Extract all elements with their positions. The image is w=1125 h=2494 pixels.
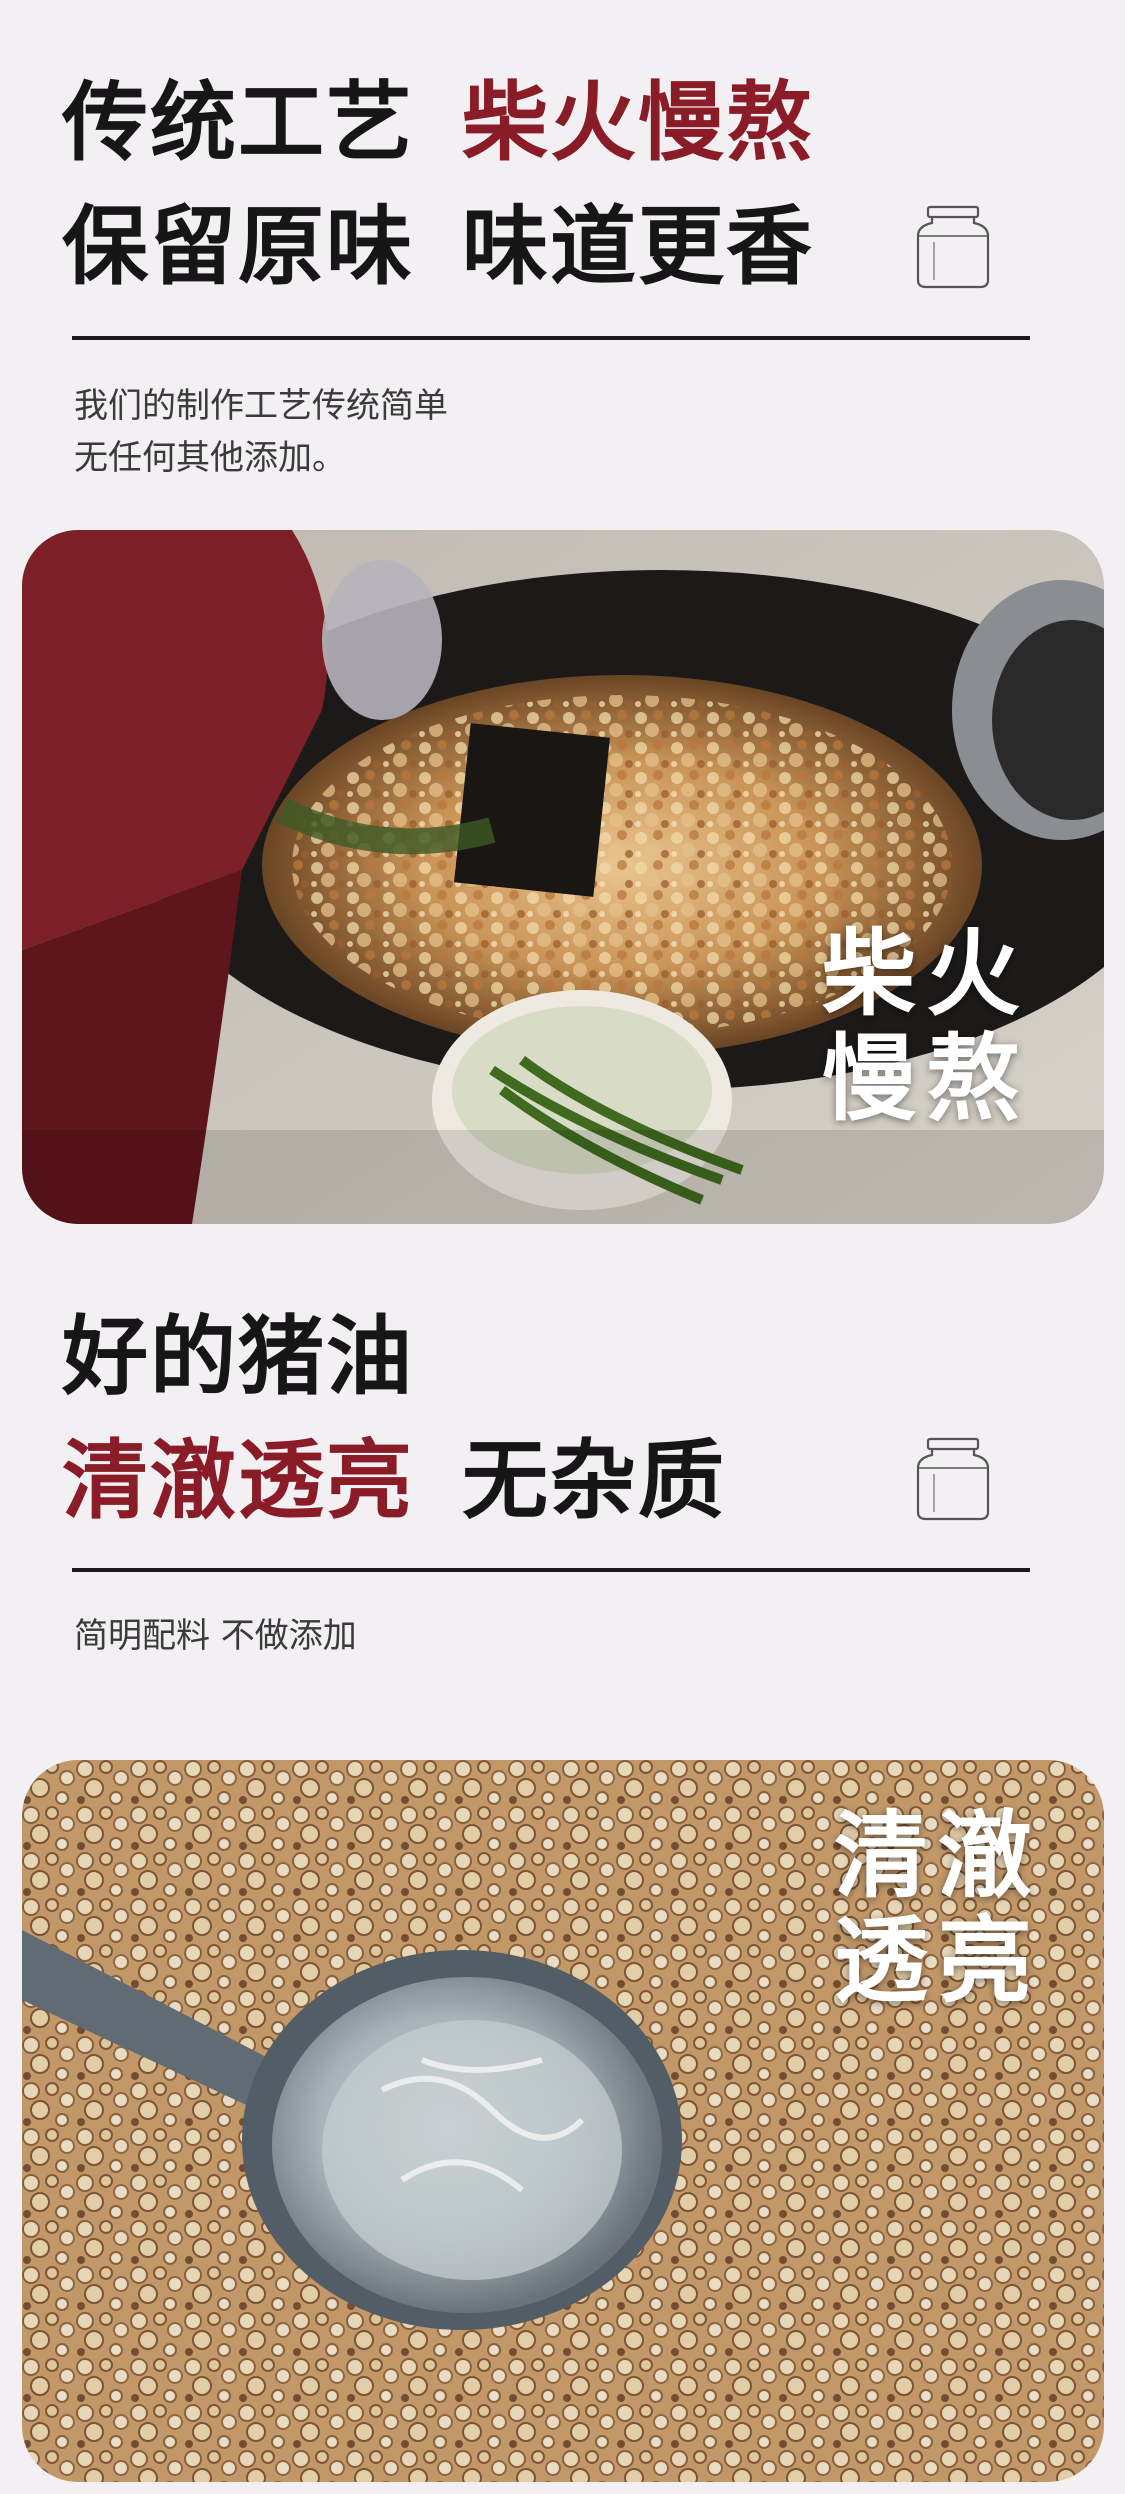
craft-divider bbox=[72, 336, 1030, 340]
overlay-line2: 慢熬 bbox=[822, 1024, 1031, 1135]
craft-heading-highlight: 柴火慢熬 bbox=[462, 72, 814, 173]
craft-heading-text: 传统工艺 bbox=[62, 72, 414, 173]
overlay-line1: 柴火 bbox=[822, 919, 1031, 1029]
lard-heading-text-2: 无杂质 bbox=[462, 1430, 726, 1531]
overlay-line2: 透亮 bbox=[834, 1906, 1043, 2017]
wood-fire-cooking-photo: 柴火 慢熬 bbox=[22, 530, 1104, 1224]
jar-icon bbox=[916, 205, 990, 289]
lard-heading-text: 好的猪油 bbox=[62, 1306, 414, 1407]
craft-heading-line1: 传统工艺 柴火慢熬 bbox=[62, 80, 814, 166]
lard-heading-line1: 好的猪油 bbox=[62, 1314, 414, 1400]
lard-heading-highlight: 清澈透亮 bbox=[62, 1430, 414, 1531]
craft-description-line2: 无任何其他添加。 bbox=[74, 438, 346, 478]
craft-subheading-text: 保留原味 bbox=[62, 196, 414, 297]
lard-divider bbox=[72, 1568, 1030, 1572]
craft-subheading-text-2: 味道更香 bbox=[462, 196, 814, 297]
lard-description: 简明配料 不做添加 bbox=[74, 1616, 357, 1656]
lard-heading-line2: 清澈透亮 无杂质 bbox=[62, 1438, 726, 1524]
craft-description: 我们的制作工艺传统简单 无任何其他添加。 bbox=[74, 380, 448, 484]
craft-section: 传统工艺柴火慢熬 保留原味味道更香 我们的制作工艺传统简单 无任何其他添加。 bbox=[0, 0, 1125, 1230]
overlay-line1: 清澈 bbox=[834, 1801, 1043, 1911]
clear-lard-overlay-text: 清澈 透亮 bbox=[834, 1801, 1043, 2017]
wood-fire-overlay-text: 柴火 慢熬 bbox=[822, 919, 1031, 1135]
jar-icon bbox=[916, 1437, 990, 1521]
clear-lard-section: 好的猪油 清澈透亮 无杂质 简明配料 不做添加 清澈 透亮 bbox=[0, 1230, 1125, 2494]
craft-heading-line2: 保留原味 味道更香 bbox=[62, 204, 814, 290]
craft-description-line1: 我们的制作工艺传统简单 bbox=[74, 386, 448, 426]
clear-lard-ladle-photo: 清澈 透亮 bbox=[22, 1760, 1104, 2482]
